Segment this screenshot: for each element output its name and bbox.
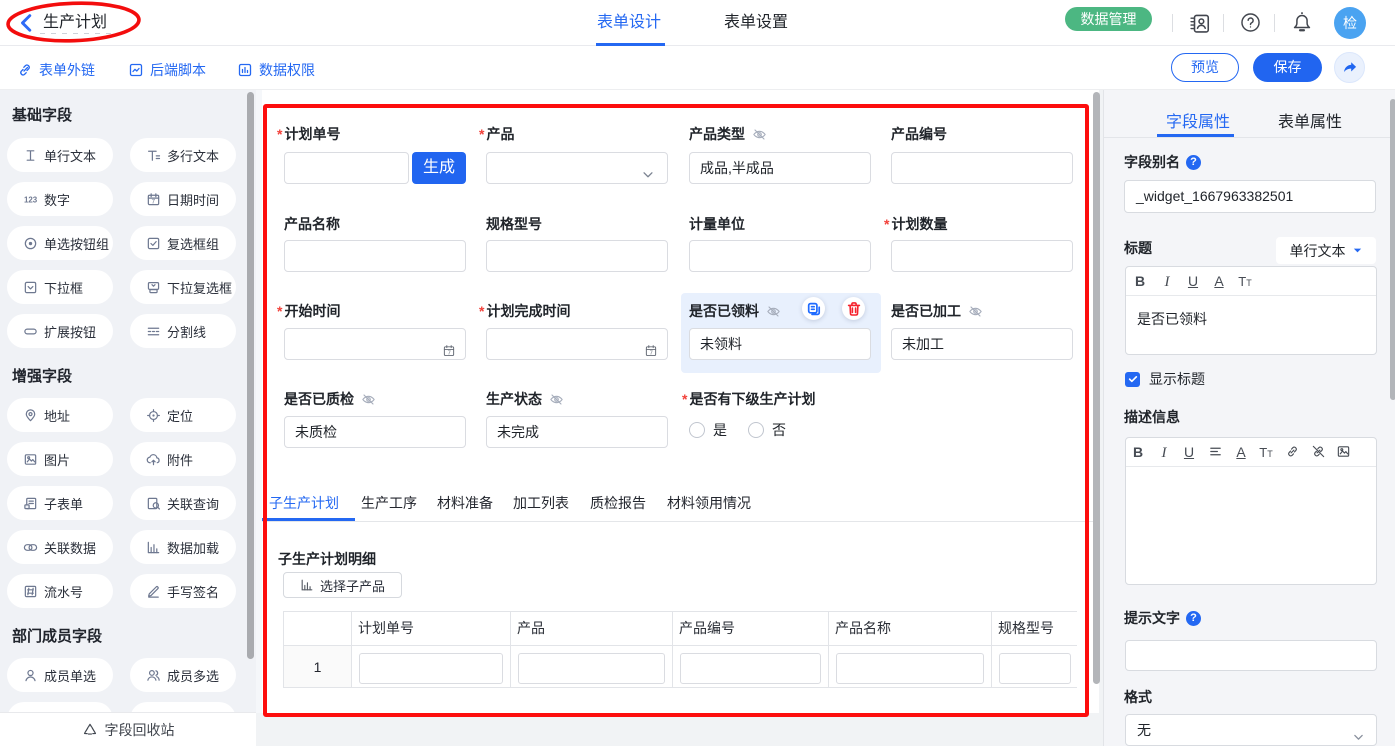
svg-text:7: 7 [448, 350, 451, 356]
svg-text:123: 123 [24, 195, 38, 204]
svg-text:7: 7 [650, 350, 653, 356]
